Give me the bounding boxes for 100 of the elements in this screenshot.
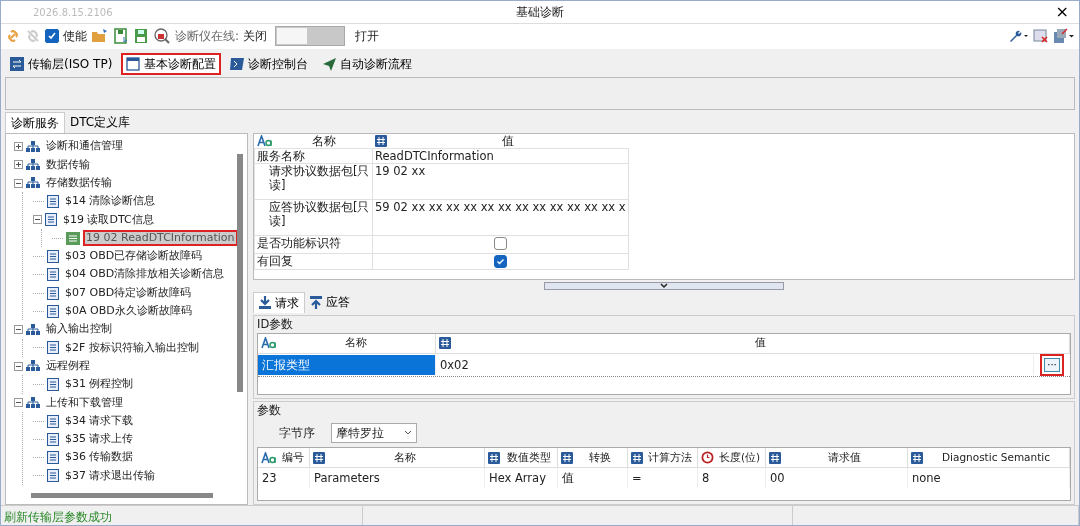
table-cell: 23 xyxy=(258,468,310,488)
tree-item[interactable]: 远程例程 xyxy=(43,357,93,375)
list-icon xyxy=(47,451,59,465)
text-type-icon xyxy=(261,337,277,350)
list-icon xyxy=(45,213,57,227)
property-name: 服务名称 xyxy=(254,148,373,163)
list-icon xyxy=(47,195,59,209)
column-header: 名称 xyxy=(344,335,368,351)
hierarchy-icon xyxy=(26,360,40,373)
column-header: Diagnostic Semantic xyxy=(940,449,1051,465)
hierarchy-icon xyxy=(26,396,40,409)
column-header: 编号 xyxy=(281,449,305,465)
tab[interactable]: 诊断服务 xyxy=(5,111,65,133)
list-icon xyxy=(47,378,59,391)
property-name: 应答协议数据包[只读] xyxy=(254,199,373,235)
column-header: 数值类型 xyxy=(505,449,552,465)
hierarchy-icon xyxy=(26,177,40,190)
tree-item[interactable]: $2F 按标识符输入输出控制 xyxy=(62,339,202,357)
tree-item[interactable]: $14 清除诊断信息 xyxy=(62,193,159,210)
tree-item[interactable]: $04 OBD清除排放相关诊断信息 xyxy=(62,266,228,283)
tree-item[interactable]: 19 02 ReadDTCInformation xyxy=(83,229,238,247)
field-label: 字节序 xyxy=(279,425,315,442)
checkbox[interactable] xyxy=(493,236,507,250)
more-button[interactable]: ··· xyxy=(1040,353,1064,376)
unlink-icon xyxy=(25,28,41,45)
tree-item[interactable]: 数据传输 xyxy=(43,156,93,174)
table-cell: Hex Array xyxy=(485,468,558,488)
number-type-icon xyxy=(631,451,643,464)
table-cell: 值 xyxy=(558,468,628,488)
list-icon xyxy=(66,231,80,245)
list-icon xyxy=(47,414,59,428)
input-field[interactable]: 0x02 xyxy=(436,354,1034,375)
expand-icon[interactable] xyxy=(14,160,23,170)
clock-icon xyxy=(701,451,714,464)
link-icon xyxy=(5,28,21,45)
list-icon xyxy=(47,304,59,318)
column-header: 值 xyxy=(753,335,767,351)
number-type-icon xyxy=(561,451,573,464)
scrollbar[interactable] xyxy=(237,153,243,392)
tab[interactable]: 请求 xyxy=(253,291,305,313)
column-header: 请求值 xyxy=(826,449,862,465)
collapse-icon[interactable] xyxy=(14,361,23,371)
checkmark-icon xyxy=(47,31,57,42)
table-cell: none xyxy=(908,468,1070,488)
collapse-icon[interactable] xyxy=(14,178,23,188)
paper-plane-icon xyxy=(322,56,337,71)
chevron-down-icon xyxy=(404,430,412,436)
save-icon xyxy=(133,28,149,45)
tree-item[interactable]: 输入输出控制 xyxy=(43,321,115,338)
online-label: 诊断仪在线: xyxy=(175,28,240,46)
collapse-icon[interactable] xyxy=(14,325,23,335)
byte-order-dropdown[interactable]: 摩特罗拉 xyxy=(331,423,417,443)
number-type-icon xyxy=(313,451,325,464)
property-name: 有回复 xyxy=(254,253,373,269)
group-title: ID参数 xyxy=(257,315,295,333)
text-type-icon xyxy=(261,451,277,464)
tree-item[interactable]: $37 请求退出传输 xyxy=(62,467,159,485)
collapse-icon[interactable] xyxy=(33,215,42,225)
tree-item[interactable]: $36 传输数据 xyxy=(62,449,137,466)
property-value: 59 02 xx xx xx xx xx xx xx xx xx xx xx xx x xyxy=(375,199,626,214)
tree-item[interactable]: $07 OBD待定诊断故障码 xyxy=(62,284,195,302)
tree-item[interactable]: $19 读取DTC信息 xyxy=(60,211,157,229)
list-icon xyxy=(47,286,59,300)
tree-item[interactable]: 诊断和通信管理 xyxy=(43,138,126,155)
tree-item[interactable]: $31 例程控制 xyxy=(62,376,137,393)
list-icon xyxy=(47,341,59,355)
enable-label: 使能 xyxy=(63,28,87,46)
collapse-icon[interactable] xyxy=(14,398,23,408)
tab[interactable]: 基本诊断配置 xyxy=(121,52,222,75)
chevron-down-icon xyxy=(660,282,668,289)
save-icon xyxy=(113,28,129,45)
toggle-switch[interactable] xyxy=(275,26,346,47)
table-cell: 8 xyxy=(698,468,766,488)
close-button[interactable]: × xyxy=(1045,4,1079,20)
download-icon xyxy=(259,296,271,309)
window-title: 基础诊断 xyxy=(516,4,564,21)
tree-item[interactable]: $35 请求上传 xyxy=(62,431,137,448)
hierarchy-icon xyxy=(26,323,40,336)
tree-item[interactable]: $03 OBD已存储诊断故障码 xyxy=(62,248,206,265)
text-type-icon xyxy=(256,134,273,147)
hierarchy-icon xyxy=(26,140,40,153)
tree-item[interactable]: 存储数据传输 xyxy=(43,175,115,192)
checkbox[interactable] xyxy=(493,254,507,268)
expand-icon[interactable] xyxy=(14,142,23,152)
status-message: 刷新传输层参数成功 xyxy=(1,506,363,525)
scrollbar[interactable] xyxy=(31,493,213,498)
tree-item[interactable]: 上传和下载管理 xyxy=(43,394,126,412)
tree-item[interactable]: $34 请求下载 xyxy=(62,412,137,430)
table-cell: 汇报类型 xyxy=(258,354,436,375)
table-cell: Parameters xyxy=(310,468,485,488)
enable-checkbox[interactable] xyxy=(45,29,59,44)
column-header: 长度(位) xyxy=(717,449,762,465)
table-cell: = xyxy=(628,468,698,488)
tree-item[interactable]: $0A OBD永久诊断故障码 xyxy=(62,303,195,320)
number-type-icon xyxy=(439,337,451,350)
property-value: 19 02 xx xyxy=(375,163,426,178)
number-type-icon xyxy=(769,451,781,464)
list-icon xyxy=(47,249,59,263)
number-type-icon xyxy=(911,451,923,464)
version-label: 2026.8.15.2106 xyxy=(33,5,113,20)
